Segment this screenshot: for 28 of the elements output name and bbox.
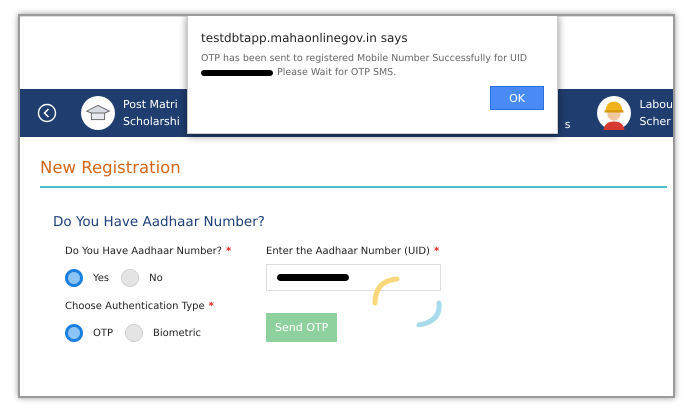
scheme-title[interactable]: Scher xyxy=(639,113,673,130)
redaction-bar xyxy=(277,274,349,281)
section-title: Do You Have Aadhaar Number? xyxy=(53,214,265,230)
page-title: New Registration xyxy=(40,157,181,179)
required-mark: * xyxy=(226,246,232,257)
graduation-cap-icon[interactable] xyxy=(81,96,115,130)
scheme-title[interactable]: Post Matri xyxy=(123,96,180,113)
scheme-title[interactable]: Labou xyxy=(639,96,673,113)
scheme-title[interactable]: s xyxy=(564,118,570,131)
dialog-message: Please Wait for OTP SMS. xyxy=(277,67,396,78)
redaction-bar xyxy=(201,70,273,76)
field-label: Choose Authentication Type xyxy=(65,301,205,312)
back-icon[interactable] xyxy=(37,103,57,123)
option-label: Biometric xyxy=(153,328,201,338)
aadhaar-input-field[interactable] xyxy=(266,264,441,291)
radio-button[interactable] xyxy=(65,324,83,342)
scheme-title[interactable]: Scholarshi xyxy=(123,113,180,130)
dialog-message: OTP has been sent to registered Mobile Number Successfully for UID xyxy=(201,53,528,64)
required-mark: * xyxy=(434,246,440,257)
field-label: Do You Have Aadhaar Number? xyxy=(65,246,222,257)
required-mark: * xyxy=(208,301,214,312)
option-label: OTP xyxy=(93,328,114,338)
option-label: No xyxy=(149,272,163,284)
radio-button[interactable] xyxy=(65,269,83,287)
worker-icon[interactable] xyxy=(597,96,632,130)
field-label: Enter the Aadhaar Number (UID) xyxy=(266,246,430,257)
dialog-title: testdbtapp.mahaonlinegov.in says xyxy=(201,31,409,45)
option-label: Yes xyxy=(93,272,110,284)
